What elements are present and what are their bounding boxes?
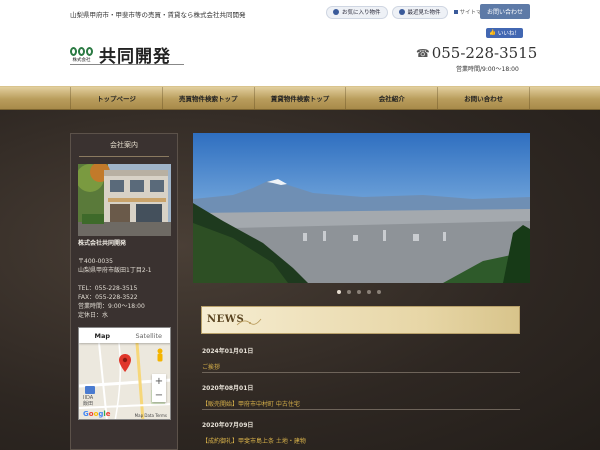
news-header: NEWS [201, 306, 520, 334]
header-phone[interactable]: ☎ 055-228-3515 [416, 44, 537, 62]
recent-label: 最近見た物件 [407, 10, 441, 16]
google-logo: Google [83, 410, 111, 418]
news-date: 2024年01月01日 [202, 348, 254, 355]
contact-button[interactable]: お問い合わせ [480, 4, 530, 19]
news-item: 2020年07月09日 【成約御礼】甲斐市島上条 土地・建物 [202, 420, 520, 445]
map-pin-icon[interactable] [119, 354, 131, 372]
news-divider [202, 409, 520, 410]
company-address: 山梨県甲府市飯田1丁目2-1 [78, 267, 152, 274]
slider-dot[interactable] [357, 290, 361, 294]
slider-dots [337, 290, 381, 294]
map-area-label-ja: 飯田 [83, 401, 94, 407]
telephone-icon: ☎ [416, 46, 430, 60]
logo-underline [70, 64, 184, 65]
heart-icon [333, 9, 339, 15]
favorites-button[interactable]: お気に入り物件 [326, 5, 388, 19]
company-fax: FAX：055-228-3522 [78, 294, 138, 301]
ornament-icon [236, 318, 262, 326]
nav-items: トップページ 売買物件検索トップ 賃貸物件検索トップ 会社紹介 お問い合わせ [70, 87, 530, 109]
thumbs-up-icon: 👍 [489, 30, 496, 36]
clock-icon [398, 9, 405, 15]
logo-mark: 株式会社 [70, 46, 93, 63]
news-item: 2020年08月01日 【販売開始】甲府市中村町 中古住宅 [202, 383, 520, 410]
recent-viewed-button[interactable]: 最近見た物件 [391, 5, 448, 19]
map-tab-map[interactable]: Map [79, 328, 126, 343]
nav-item-top[interactable]: トップページ [70, 87, 162, 109]
map-area-label: IIDA 飯田 [83, 395, 93, 407]
slide-image [193, 133, 530, 283]
news-link[interactable]: 【販売開始】甲府市中村町 中古住宅 [202, 399, 520, 408]
zoom-in-button[interactable]: + [152, 374, 166, 388]
company-hours: 営業時間：9:00～18:00 [78, 303, 145, 310]
news-divider [202, 372, 520, 373]
logo-small-text: 株式会社 [72, 57, 91, 63]
phone-number: 055-228-3515 [431, 44, 538, 62]
company-tel: TEL：055-228-3515 [78, 285, 138, 292]
nav-item-contact[interactable]: お問い合わせ [437, 87, 530, 109]
google-map[interactable]: Map Satellite + − IIDA 飯田 Google Map Dat… [78, 327, 171, 420]
global-nav: トップページ 売買物件検索トップ 賃貸物件検索トップ 会社紹介 お問い合わせ [0, 86, 600, 110]
news-link[interactable]: 【成約御礼】甲斐市島上条 土地・建物 [202, 436, 520, 445]
news-item: 2024年01月01日 ご挨拶 [202, 346, 520, 373]
nav-item-company[interactable]: 会社紹介 [345, 87, 437, 109]
top-links: お気に入り物件 最近見た物件 サイトマップ [326, 5, 493, 19]
slider-dot[interactable] [347, 290, 351, 294]
sitemap-icon [453, 10, 458, 14]
news-date: 2020年07月09日 [202, 422, 254, 429]
nav-item-sale-search[interactable]: 売買物件検索トップ [161, 87, 254, 109]
rings-icon [70, 46, 93, 56]
slider-dot[interactable] [337, 290, 341, 294]
map-zoom-control: + − [152, 374, 166, 402]
hero-slider[interactable] [193, 133, 530, 283]
fb-like-label: いいね！ [497, 31, 520, 37]
sidebar-title: 会社案内 [110, 141, 138, 149]
site-header: 山梨県甲府市・甲斐市等の売買・賃貸なら株式会社共同開発 お気に入り物件 最近見た… [0, 0, 600, 86]
map-tab-satellite[interactable]: Satellite [126, 328, 171, 343]
news-link[interactable]: ご挨拶 [202, 362, 520, 371]
office-photo [78, 164, 171, 236]
postal-code: 〒400-0035 [78, 258, 113, 265]
nav-item-rent-search[interactable]: 賃貸物件検索トップ [253, 87, 346, 109]
business-hours: 営業時間/9:00～18:00 [456, 66, 519, 73]
slider-dot[interactable] [377, 290, 381, 294]
facebook-like-button[interactable]: 👍 いいね！ [486, 28, 523, 38]
company-name: 株式会社共同開発 [78, 240, 127, 247]
slider-dot[interactable] [367, 290, 371, 294]
tagline: 山梨県甲府市・甲斐市等の売買・賃貸なら株式会社共同開発 [70, 11, 246, 19]
sidebar-divider [79, 156, 169, 157]
company-sidebar: 会社案内 株式会社共同開発 〒400-0035 山梨県甲府市飯田1丁目2-1 T… [70, 133, 178, 450]
company-holiday: 定休日：水 [78, 312, 109, 319]
favorites-label: お気に入り物件 [342, 10, 381, 16]
pegman-icon[interactable] [156, 348, 164, 362]
zoom-out-button[interactable]: − [152, 388, 166, 402]
news-date: 2020年08月01日 [202, 385, 254, 392]
map-footer[interactable]: Map Data Terms [135, 413, 167, 418]
map-type-tabs: Map Satellite [79, 328, 171, 343]
